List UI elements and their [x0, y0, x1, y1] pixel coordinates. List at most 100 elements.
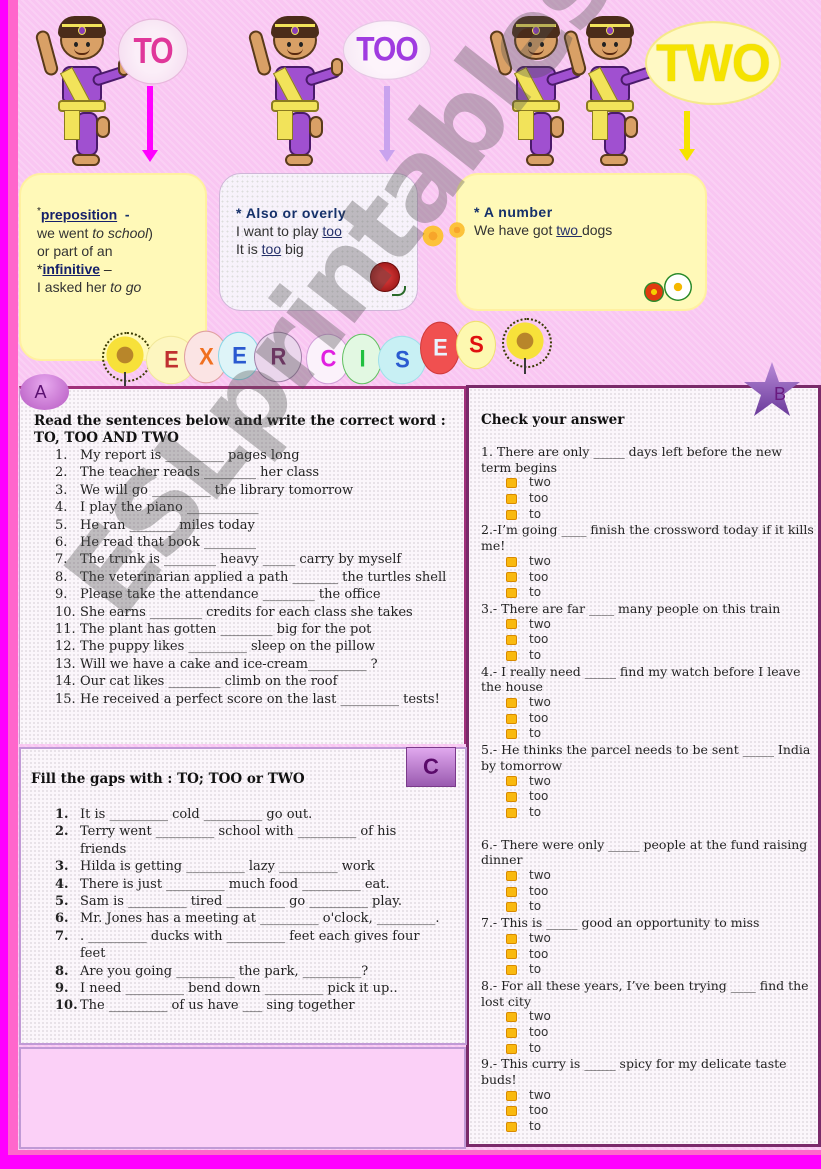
- quiz-question: 5.- He thinks the parcel needs to be sen…: [481, 742, 811, 773]
- option-label: two: [529, 1087, 551, 1102]
- banner-letter: S: [378, 335, 426, 385]
- checkbox-icon[interactable]: [506, 1027, 517, 1038]
- item-sentence: She earns ________ credits for each clas…: [80, 604, 413, 620]
- item-number: 8.: [55, 569, 68, 585]
- checkbox-icon[interactable]: [506, 1121, 517, 1132]
- quiz-option[interactable]: to: [481, 805, 819, 821]
- item-sentence: . _________ ducks with _________ feet ea…: [80, 928, 420, 962]
- exercise-item: 8. Are you going _________ the park, ____…: [55, 963, 445, 980]
- quiz-option[interactable]: too: [481, 789, 819, 805]
- quiz-option[interactable]: two: [481, 1088, 819, 1104]
- item-number: 12.: [55, 639, 76, 655]
- item-sentence: Mr. Jones has a meeting at _________ o'c…: [80, 911, 440, 927]
- quiz-option[interactable]: two: [481, 931, 819, 947]
- quiz-option[interactable]: to: [481, 962, 819, 978]
- checkbox-icon[interactable]: [506, 556, 517, 567]
- word-bubble-too: TOO: [343, 20, 431, 80]
- flower-icon: [644, 282, 664, 302]
- checkbox-icon[interactable]: [506, 697, 517, 708]
- quiz-option[interactable]: to: [481, 648, 819, 664]
- exercise-item: 10. The _________ of us have ___ sing tog…: [55, 997, 445, 1014]
- checkbox-icon[interactable]: [506, 509, 517, 520]
- quiz-option[interactable]: to: [481, 726, 819, 742]
- option-label: too: [529, 1103, 549, 1118]
- item-sentence: Please take the attendance ________ the …: [80, 587, 381, 603]
- quiz-option[interactable]: two: [481, 475, 819, 491]
- quiz-option[interactable]: to: [481, 507, 819, 523]
- checkbox-icon[interactable]: [506, 588, 517, 599]
- item-sentence: Terry went _________ school with _______…: [80, 824, 397, 857]
- checkbox-icon[interactable]: [506, 650, 517, 661]
- quiz-option[interactable]: two: [481, 868, 819, 884]
- checkbox-icon[interactable]: [506, 870, 517, 881]
- definition-term: preposition: [40, 206, 118, 223]
- checkbox-icon[interactable]: [506, 572, 517, 583]
- checkbox-icon[interactable]: [506, 478, 517, 489]
- checkbox-icon[interactable]: [506, 713, 517, 724]
- quiz-option[interactable]: to: [481, 585, 819, 601]
- quiz-option[interactable]: too: [481, 491, 819, 507]
- quiz-option[interactable]: two: [481, 554, 819, 570]
- checkbox-icon[interactable]: [506, 965, 517, 976]
- checkbox-icon[interactable]: [506, 792, 517, 803]
- checkbox-icon[interactable]: [506, 1012, 517, 1023]
- checkbox-icon[interactable]: [506, 949, 517, 960]
- checkbox-icon[interactable]: [506, 1043, 517, 1054]
- quiz-option[interactable]: to: [481, 899, 819, 915]
- item-number: 1.: [55, 807, 69, 822]
- exercise-item: 1. It is _________ cold _________ go out.: [55, 806, 445, 823]
- quiz-option[interactable]: two: [481, 1009, 819, 1025]
- item-sentence: He ran _______ miles today: [80, 517, 255, 533]
- quiz-option[interactable]: two: [481, 617, 819, 633]
- quiz-option[interactable]: too: [481, 947, 819, 963]
- item-sentence: The _________ of us have ___ sing togeth…: [80, 998, 355, 1014]
- checkbox-icon[interactable]: [506, 776, 517, 787]
- exercise-item: 5. He ran _______ miles today: [55, 517, 455, 534]
- item-sentence: There is just _________ much food ______…: [80, 876, 390, 892]
- quiz-option[interactable]: two: [481, 695, 819, 711]
- item-number: 2.: [55, 824, 69, 840]
- section-b-quiz: 1. There are only _____ days left before…: [481, 444, 819, 1135]
- exercise-item: 1. My report is _________ pages long: [55, 447, 455, 464]
- item-number: 5.: [55, 894, 69, 910]
- quiz-option[interactable]: too: [481, 884, 819, 900]
- quiz-option[interactable]: too: [481, 1025, 819, 1041]
- checkbox-icon[interactable]: [506, 635, 517, 646]
- exercise-item: 6. He read that book ________: [55, 534, 455, 551]
- quiz-option[interactable]: two: [481, 774, 819, 790]
- checkbox-icon[interactable]: [506, 807, 517, 818]
- checkbox-icon[interactable]: [506, 493, 517, 504]
- checkbox-icon[interactable]: [506, 1106, 517, 1117]
- example-text: I asked her: [37, 278, 111, 295]
- checkbox-icon[interactable]: [506, 933, 517, 944]
- banner-letter: R: [254, 331, 302, 383]
- quiz-question: 7.- This is _____ good an opportunity to…: [481, 915, 760, 931]
- checkbox-icon[interactable]: [506, 729, 517, 740]
- quiz-option[interactable]: too: [481, 570, 819, 586]
- option-label: too: [529, 569, 549, 584]
- checkbox-icon[interactable]: [506, 902, 517, 913]
- section-b-badge: B: [774, 384, 787, 404]
- example-text: We have got: [474, 222, 557, 238]
- quiz-option[interactable]: to: [481, 1119, 819, 1135]
- item-number: 3.: [55, 859, 69, 875]
- example-text: big: [281, 241, 304, 257]
- item-number: 7.: [55, 928, 69, 944]
- item-number: 10.: [55, 998, 78, 1014]
- checkbox-icon[interactable]: [506, 1090, 517, 1101]
- exercise-item: 13. Will we have a cake and ice-cream____…: [55, 656, 455, 673]
- quiz-option[interactable]: too: [481, 632, 819, 648]
- word-bubble-to: TO: [118, 18, 188, 85]
- option-label: two: [529, 773, 551, 788]
- checkbox-icon[interactable]: [506, 619, 517, 630]
- definition-term: * Also or overly: [236, 205, 347, 221]
- item-number: 13.: [55, 656, 76, 672]
- quiz-option[interactable]: to: [481, 1041, 819, 1057]
- checkbox-icon[interactable]: [506, 886, 517, 897]
- quiz-option[interactable]: too: [481, 1103, 819, 1119]
- item-sentence: My report is _________ pages long: [80, 448, 300, 463]
- arrow-down-icon: [142, 86, 158, 162]
- option-label: too: [529, 710, 549, 725]
- section-c-badge: C: [406, 747, 456, 787]
- quiz-option[interactable]: too: [481, 711, 819, 727]
